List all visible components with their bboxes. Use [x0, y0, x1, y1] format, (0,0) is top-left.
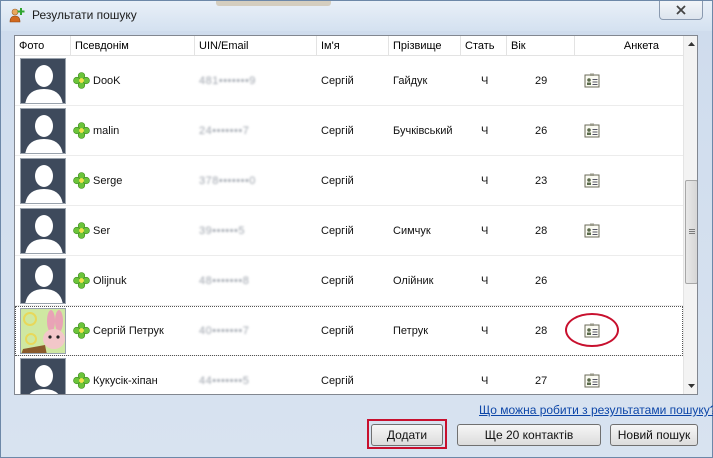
add-button[interactable]: Додати — [371, 424, 443, 446]
uin-cell: 44•••••••5 — [199, 375, 250, 387]
scroll-up-icon — [688, 42, 695, 46]
sex-cell: Ч — [481, 375, 489, 387]
online-status-icon — [73, 222, 90, 239]
column-header-photo[interactable]: Фото — [15, 36, 71, 56]
result-row[interactable]: Olijnuk 48•••••••8 Сергій Олійник Ч 26 — [15, 256, 683, 306]
age-cell: 28 — [535, 225, 548, 237]
online-status-icon — [73, 372, 90, 389]
last-name-cell: Симчук — [393, 225, 431, 237]
profile-card-icon[interactable] — [584, 373, 600, 389]
sex-cell: Ч — [481, 125, 489, 137]
nickname-cell: Serge — [93, 175, 123, 187]
anketa-highlight-circle — [565, 313, 619, 347]
more-contacts-button[interactable]: Ще 20 контактів — [457, 424, 601, 446]
nickname-cell: Сергій Петрук — [93, 325, 164, 337]
results-rows: DooK 481•••••••9 Сергій Гайдук Ч 29 malin 24•••… — [15, 56, 683, 394]
sex-cell: Ч — [481, 225, 489, 237]
age-cell: 29 — [535, 75, 548, 87]
column-header-sex[interactable]: Стать — [461, 36, 507, 56]
nickname-cell: Olijnuk — [93, 275, 127, 287]
sex-cell: Ч — [481, 75, 489, 87]
first-name-cell: Сергій — [321, 375, 354, 387]
first-name-cell: Сергій — [321, 75, 354, 87]
first-name-cell: Сергій — [321, 275, 354, 287]
results-grid[interactable]: Фото Псевдонім UIN/Email Ім'я Прізвище С… — [14, 35, 698, 395]
title-bar[interactable]: Результати пошуку — [1, 1, 712, 31]
profile-card-icon[interactable] — [584, 73, 600, 89]
search-results-window: Результати пошуку Фото Псевдонім UIN/Ema… — [0, 0, 713, 458]
result-row[interactable]: Сергій Петрук 40•••••••7 Сергій Петрук Ч 28 — [15, 306, 683, 356]
avatar — [20, 358, 66, 394]
sex-cell: Ч — [481, 175, 489, 187]
sex-cell: Ч — [481, 275, 489, 287]
scroll-down-button[interactable] — [684, 378, 697, 394]
age-cell: 26 — [535, 125, 548, 137]
first-name-cell: Сергій — [321, 125, 354, 137]
uin-cell: 40•••••••7 — [199, 325, 250, 337]
background-decoration — [216, 1, 331, 6]
avatar — [20, 258, 66, 304]
result-row[interactable]: malin 24•••••••7 Сергій Бучківський Ч 26 — [15, 106, 683, 156]
window-title: Результати пошуку — [32, 8, 137, 22]
result-row[interactable]: Кукусік-хіпан 44•••••••5 Сергій Ч 27 — [15, 356, 683, 394]
uin-cell: 39••••••5 — [199, 225, 245, 237]
add-contact-icon — [9, 8, 25, 23]
uin-cell: 481•••••••9 — [199, 75, 256, 87]
age-cell: 27 — [535, 375, 548, 387]
vertical-scrollbar[interactable] — [683, 36, 697, 394]
scroll-thumb[interactable] — [685, 180, 697, 284]
last-name-cell: Петрук — [393, 325, 429, 337]
age-cell: 23 — [535, 175, 548, 187]
result-row[interactable]: Ser 39••••••5 Сергій Симчук Ч 28 — [15, 206, 683, 256]
age-cell: 26 — [535, 275, 548, 287]
online-status-icon — [73, 122, 90, 139]
nickname-cell: malin — [93, 125, 120, 137]
result-row[interactable]: DooK 481•••••••9 Сергій Гайдук Ч 29 — [15, 56, 683, 106]
first-name-cell: Сергій — [321, 325, 354, 337]
result-row[interactable]: Serge 378•••••••0 Сергій Ч 23 — [15, 156, 683, 206]
avatar — [20, 158, 66, 204]
grid-header: Фото Псевдонім UIN/Email Ім'я Прізвище С… — [15, 36, 683, 56]
profile-card-icon[interactable] — [584, 123, 600, 139]
close-button[interactable] — [659, 1, 703, 20]
nickname-cell: Ser — [93, 225, 111, 237]
profile-card-icon[interactable] — [584, 223, 600, 239]
column-header-anketa[interactable]: Анкета — [575, 36, 683, 56]
new-search-button[interactable]: Новий пошук — [610, 424, 698, 446]
avatar — [20, 208, 66, 254]
column-header-first-name[interactable]: Ім'я — [317, 36, 389, 56]
online-status-icon — [73, 72, 90, 89]
last-name-cell: Олійник — [393, 275, 434, 287]
column-header-age[interactable]: Вік — [507, 36, 575, 56]
online-status-icon — [73, 322, 90, 339]
avatar — [20, 308, 66, 354]
avatar — [20, 108, 66, 154]
nickname-cell: DooK — [93, 75, 121, 87]
profile-card-icon[interactable] — [584, 173, 600, 189]
column-header-uin[interactable]: UIN/Email — [195, 36, 317, 56]
uin-cell: 48•••••••8 — [199, 275, 250, 287]
scroll-up-button[interactable] — [684, 36, 697, 52]
close-icon — [676, 5, 686, 15]
last-name-cell: Бучківський — [393, 125, 453, 137]
uin-cell: 378•••••••0 — [199, 175, 256, 187]
online-status-icon — [73, 172, 90, 189]
first-name-cell: Сергій — [321, 225, 354, 237]
first-name-cell: Сергій — [321, 175, 354, 187]
online-status-icon — [73, 272, 90, 289]
column-header-nickname[interactable]: Псевдонім — [71, 36, 195, 56]
scroll-down-icon — [688, 384, 695, 388]
column-header-last-name[interactable]: Прізвище — [389, 36, 461, 56]
nickname-cell: Кукусік-хіпан — [93, 375, 158, 387]
uin-cell: 24•••••••7 — [199, 125, 250, 137]
help-link[interactable]: Що можна робити з результатами пошуку? — [479, 403, 713, 417]
age-cell: 28 — [535, 325, 548, 337]
avatar — [20, 58, 66, 104]
sex-cell: Ч — [481, 325, 489, 337]
last-name-cell: Гайдук — [393, 75, 428, 87]
